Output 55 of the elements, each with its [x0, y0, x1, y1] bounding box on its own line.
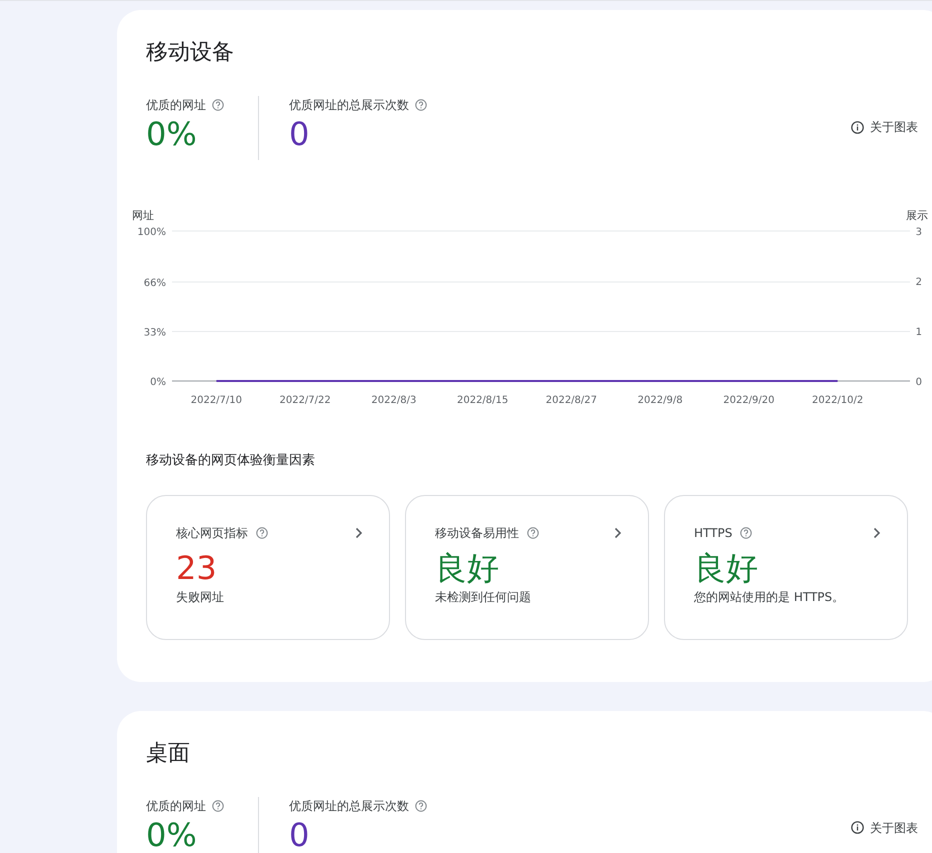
axis-tick-label: 3	[916, 227, 922, 238]
help-icon[interactable]	[212, 99, 224, 111]
section-title: 移动设备	[146, 39, 235, 67]
help-icon[interactable]	[212, 800, 224, 812]
axis-tick-label: 2022/8/15	[456, 395, 508, 404]
factor-title: 移动设备易用性	[435, 524, 519, 542]
metric-value: 0%	[146, 814, 198, 853]
axis-tick-label: 2022/7/22	[279, 395, 331, 404]
axis-tick-label: 100%	[137, 227, 166, 238]
axis-tick-label: 33%	[144, 328, 166, 338]
axis-title: 网址	[132, 209, 154, 222]
axis-tick-label: 2022/8/3	[371, 395, 416, 404]
help-icon[interactable]	[527, 526, 539, 538]
factor-card[interactable]: 移动设备易用性 良好 未检测到任何问题	[405, 494, 649, 640]
axis-tick-label: 2	[916, 277, 922, 288]
axis-tick-label: 0%	[150, 377, 166, 388]
axis-tick-label: 2022/8/27	[546, 395, 598, 404]
factor-card[interactable]: 核心网页指标 23 失败网址	[146, 494, 390, 640]
about-chart-link[interactable]: 关于图表	[870, 818, 918, 836]
factor-value: 良好	[694, 550, 759, 586]
factor-caption: 未检测到任何问题	[435, 588, 532, 606]
axis-tick-label: 1	[916, 327, 922, 338]
chevron-right-icon	[614, 526, 622, 538]
axis-tick-label: 66%	[144, 278, 166, 289]
section-title: 桌面	[146, 740, 191, 768]
metric-value: 0	[289, 814, 310, 853]
help-icon[interactable]	[415, 99, 427, 111]
info-icon	[851, 120, 864, 134]
info-icon	[851, 821, 864, 834]
factor-caption: 您的网站使用的是 HTTPS。	[694, 588, 846, 606]
axis-tick-label: 2022/7/10	[190, 395, 242, 404]
axis-tick-label: 2022/9/20	[723, 395, 775, 404]
factor-value: 23	[176, 550, 218, 586]
axis-tick-label: 2022/9/8	[638, 395, 683, 404]
factor-card[interactable]: HTTPS 良好 您的网站使用的是 HTTPS。	[664, 494, 908, 640]
metric-label: 优质的网址	[146, 97, 206, 114]
metric-label: 优质的网址	[146, 798, 206, 814]
factors-heading: 移动设备的网页体验衡量因素	[146, 452, 316, 470]
factor-value: 良好	[435, 550, 500, 586]
factor-title: HTTPS	[694, 524, 732, 542]
help-icon[interactable]	[415, 800, 427, 812]
chevron-right-icon	[355, 526, 363, 538]
help-icon[interactable]	[740, 526, 752, 538]
factor-title: 核心网页指标	[176, 524, 248, 542]
axis-title: 展示	[906, 209, 928, 222]
factor-caption: 失败网址	[176, 588, 225, 606]
about-chart-link[interactable]: 关于图表	[870, 118, 918, 136]
chevron-right-icon	[873, 526, 881, 538]
metric-value: 0%	[146, 114, 198, 154]
metric-label: 优质网址的总展示次数	[289, 97, 409, 114]
axis-tick-label: 0	[916, 377, 922, 388]
metric-value: 0	[289, 114, 310, 154]
metric-label: 优质网址的总展示次数	[289, 798, 409, 814]
help-icon[interactable]	[256, 526, 268, 538]
axis-tick-label: 2022/10/2	[812, 395, 864, 404]
